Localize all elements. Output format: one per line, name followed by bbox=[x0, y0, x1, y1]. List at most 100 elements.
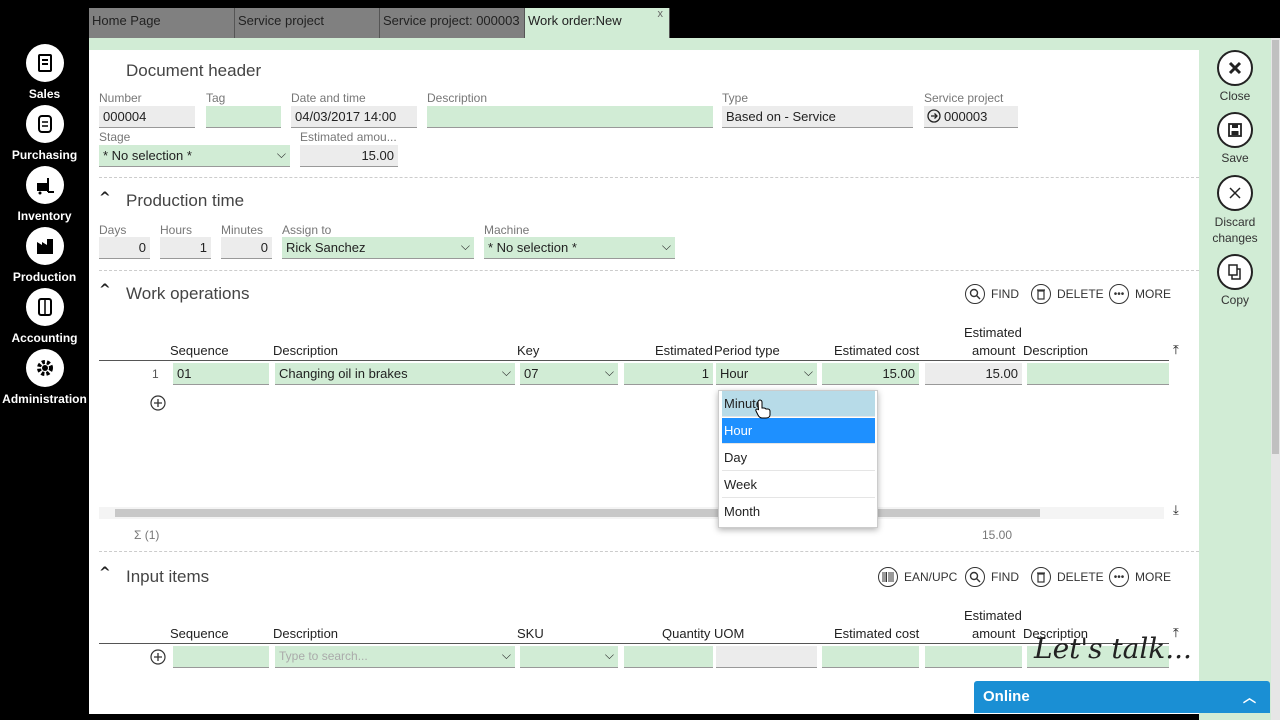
description-field[interactable] bbox=[427, 106, 713, 128]
chevron-up-icon[interactable]: ︿ bbox=[1243, 687, 1256, 706]
tag-label: Tag bbox=[206, 91, 226, 105]
save-icon bbox=[1217, 112, 1253, 148]
stage-select[interactable]: * No selection * ⌵ bbox=[99, 145, 290, 167]
row-count: Σ (1) bbox=[134, 528, 160, 542]
description-cell[interactable]: Changing oil in brakes ⌵ bbox=[275, 363, 515, 385]
option-hour[interactable]: Hour bbox=[722, 418, 875, 444]
key-cell[interactable]: 07 ⌵ bbox=[520, 363, 618, 385]
more-label: MORE bbox=[1135, 570, 1171, 584]
sequence-cell[interactable]: 01 bbox=[173, 363, 269, 385]
period-type-select[interactable]: Hour ⌵ bbox=[716, 363, 817, 385]
date-field[interactable]: 04/03/2017 14:00 bbox=[291, 106, 417, 128]
column-header-description[interactable]: Description bbox=[273, 343, 338, 358]
close-icon[interactable]: x bbox=[658, 8, 664, 20]
description-cell-value: Changing oil in brakes bbox=[279, 366, 408, 381]
estimated-cell[interactable]: 1 bbox=[624, 363, 713, 385]
vertical-scrollbar-thumb[interactable] bbox=[1272, 40, 1279, 454]
tab-work-order-new[interactable]: Work order:New x bbox=[525, 8, 670, 38]
days-field[interactable]: 0 bbox=[99, 237, 150, 259]
nav-item-accounting[interactable]: Accounting bbox=[0, 288, 89, 345]
production-icon bbox=[25, 227, 64, 265]
more-button[interactable]: ••• MORE bbox=[1109, 284, 1171, 304]
copy-icon bbox=[1217, 254, 1253, 290]
tab-service-project[interactable]: Service project bbox=[235, 8, 380, 38]
scroll-to-top-icon[interactable]: ⤒ bbox=[1173, 343, 1179, 358]
sequence-cell[interactable] bbox=[173, 646, 269, 668]
copy-button[interactable]: Copy bbox=[1199, 254, 1271, 307]
vertical-scrollbar[interactable] bbox=[1271, 38, 1280, 720]
column-header-estimated[interactable]: Estimated bbox=[655, 343, 713, 358]
row-number: 1 bbox=[152, 367, 159, 381]
number-label: Number bbox=[99, 91, 142, 105]
column-header-estimated-cost[interactable]: Estimated cost bbox=[834, 626, 919, 641]
column-header-sequence[interactable]: Sequence bbox=[170, 343, 229, 358]
column-header-uom[interactable]: UOM bbox=[714, 626, 744, 641]
option-week[interactable]: Week bbox=[722, 472, 875, 498]
more-button[interactable]: ••• MORE bbox=[1109, 567, 1171, 587]
close-button[interactable]: Close bbox=[1199, 50, 1271, 103]
chevron-down-icon: ⌵ bbox=[661, 239, 671, 253]
minutes-field[interactable]: 0 bbox=[221, 237, 272, 259]
option-day[interactable]: Day bbox=[722, 445, 875, 471]
type-label: Type bbox=[722, 91, 749, 105]
option-minute[interactable]: Minute bbox=[722, 391, 875, 417]
work-order-form: Document header Number 000004 Tag Date a… bbox=[89, 50, 1199, 714]
save-button[interactable]: Save bbox=[1199, 112, 1271, 165]
collapse-caret-icon[interactable]: ^ bbox=[99, 282, 111, 298]
option-month[interactable]: Month bbox=[722, 499, 875, 525]
collapse-caret-icon[interactable]: ^ bbox=[99, 190, 111, 206]
scroll-to-bottom-icon[interactable]: ⤓ bbox=[1173, 503, 1179, 518]
description-search-cell[interactable]: Type to search... ⌵ bbox=[275, 646, 515, 668]
column-header-sequence[interactable]: Sequence bbox=[170, 626, 229, 641]
sku-cell[interactable]: ⌵ bbox=[520, 646, 618, 668]
nav-item-sales[interactable]: Sales bbox=[0, 44, 89, 101]
delete-button[interactable]: DELETE bbox=[1031, 567, 1104, 587]
column-header-period-type[interactable]: Period type bbox=[714, 343, 780, 358]
tab-home-page[interactable]: Home Page bbox=[89, 8, 235, 38]
machine-select[interactable]: * No selection * ⌵ bbox=[484, 237, 675, 259]
estimated-amount-field[interactable]: 15.00 bbox=[300, 145, 398, 167]
column-header-estimated-cost[interactable]: Estimated cost bbox=[834, 343, 919, 358]
nav-item-inventory[interactable]: Inventory bbox=[0, 166, 89, 223]
column-header-quantity[interactable]: Quantity bbox=[662, 626, 710, 641]
delete-button[interactable]: DELETE bbox=[1031, 284, 1104, 304]
nav-item-purchasing[interactable]: Purchasing bbox=[0, 105, 89, 162]
hours-field[interactable]: 1 bbox=[160, 237, 211, 259]
column-header-estimated-amount-bottom[interactable]: amount bbox=[972, 626, 1015, 641]
add-row-button[interactable] bbox=[150, 649, 166, 668]
tab-service-project-000003[interactable]: Service project: 000003 bbox=[380, 8, 525, 38]
column-header-estimated-amount-top[interactable]: Estimated bbox=[964, 608, 1022, 623]
column-header-estimated-amount-top[interactable]: Estimated bbox=[964, 325, 1022, 340]
nav-item-administration[interactable]: Administration bbox=[0, 349, 89, 406]
lets-talk-handwriting: Let's talk... bbox=[1034, 632, 1192, 665]
find-button[interactable]: FIND bbox=[965, 284, 1019, 304]
online-chat-bar[interactable]: Online ︿ bbox=[974, 681, 1270, 713]
column-header-description-2[interactable]: Description bbox=[1023, 343, 1088, 358]
ean-upc-button[interactable]: EAN/UPC bbox=[878, 567, 957, 587]
number-field[interactable]: 000004 bbox=[99, 106, 195, 128]
column-header-estimated-amount-bottom[interactable]: amount bbox=[972, 343, 1015, 358]
assign-to-select[interactable]: Rick Sanchez ⌵ bbox=[282, 237, 474, 259]
collapse-caret-icon[interactable]: ^ bbox=[99, 565, 111, 581]
column-header-sku[interactable]: SKU bbox=[517, 626, 544, 641]
column-header-key[interactable]: Key bbox=[517, 343, 539, 358]
estimated-amount-cell[interactable] bbox=[925, 646, 1022, 668]
find-button[interactable]: FIND bbox=[965, 567, 1019, 587]
estimated-amount-cell[interactable]: 15.00 bbox=[925, 363, 1022, 385]
estimated-cost-cell[interactable]: 15.00 bbox=[822, 363, 919, 385]
column-header-description[interactable]: Description bbox=[273, 626, 338, 641]
nav-item-production[interactable]: Production bbox=[0, 227, 89, 284]
add-row-button[interactable] bbox=[150, 395, 166, 414]
service-project-field[interactable]: 000003 bbox=[924, 106, 1018, 128]
assign-to-value: Rick Sanchez bbox=[286, 240, 366, 255]
scrollbar-thumb[interactable] bbox=[115, 509, 1040, 517]
arrow-right-circle-icon[interactable] bbox=[927, 109, 941, 126]
tag-field[interactable] bbox=[206, 106, 281, 128]
quantity-cell[interactable] bbox=[624, 646, 713, 668]
discard-changes-button[interactable]: Discard changes bbox=[1199, 175, 1271, 246]
uom-cell[interactable] bbox=[716, 646, 817, 668]
type-field[interactable]: Based on - Service bbox=[722, 106, 913, 128]
horizontal-scrollbar[interactable] bbox=[99, 507, 1164, 519]
description-2-cell[interactable] bbox=[1027, 363, 1169, 385]
estimated-cost-cell[interactable] bbox=[822, 646, 919, 668]
